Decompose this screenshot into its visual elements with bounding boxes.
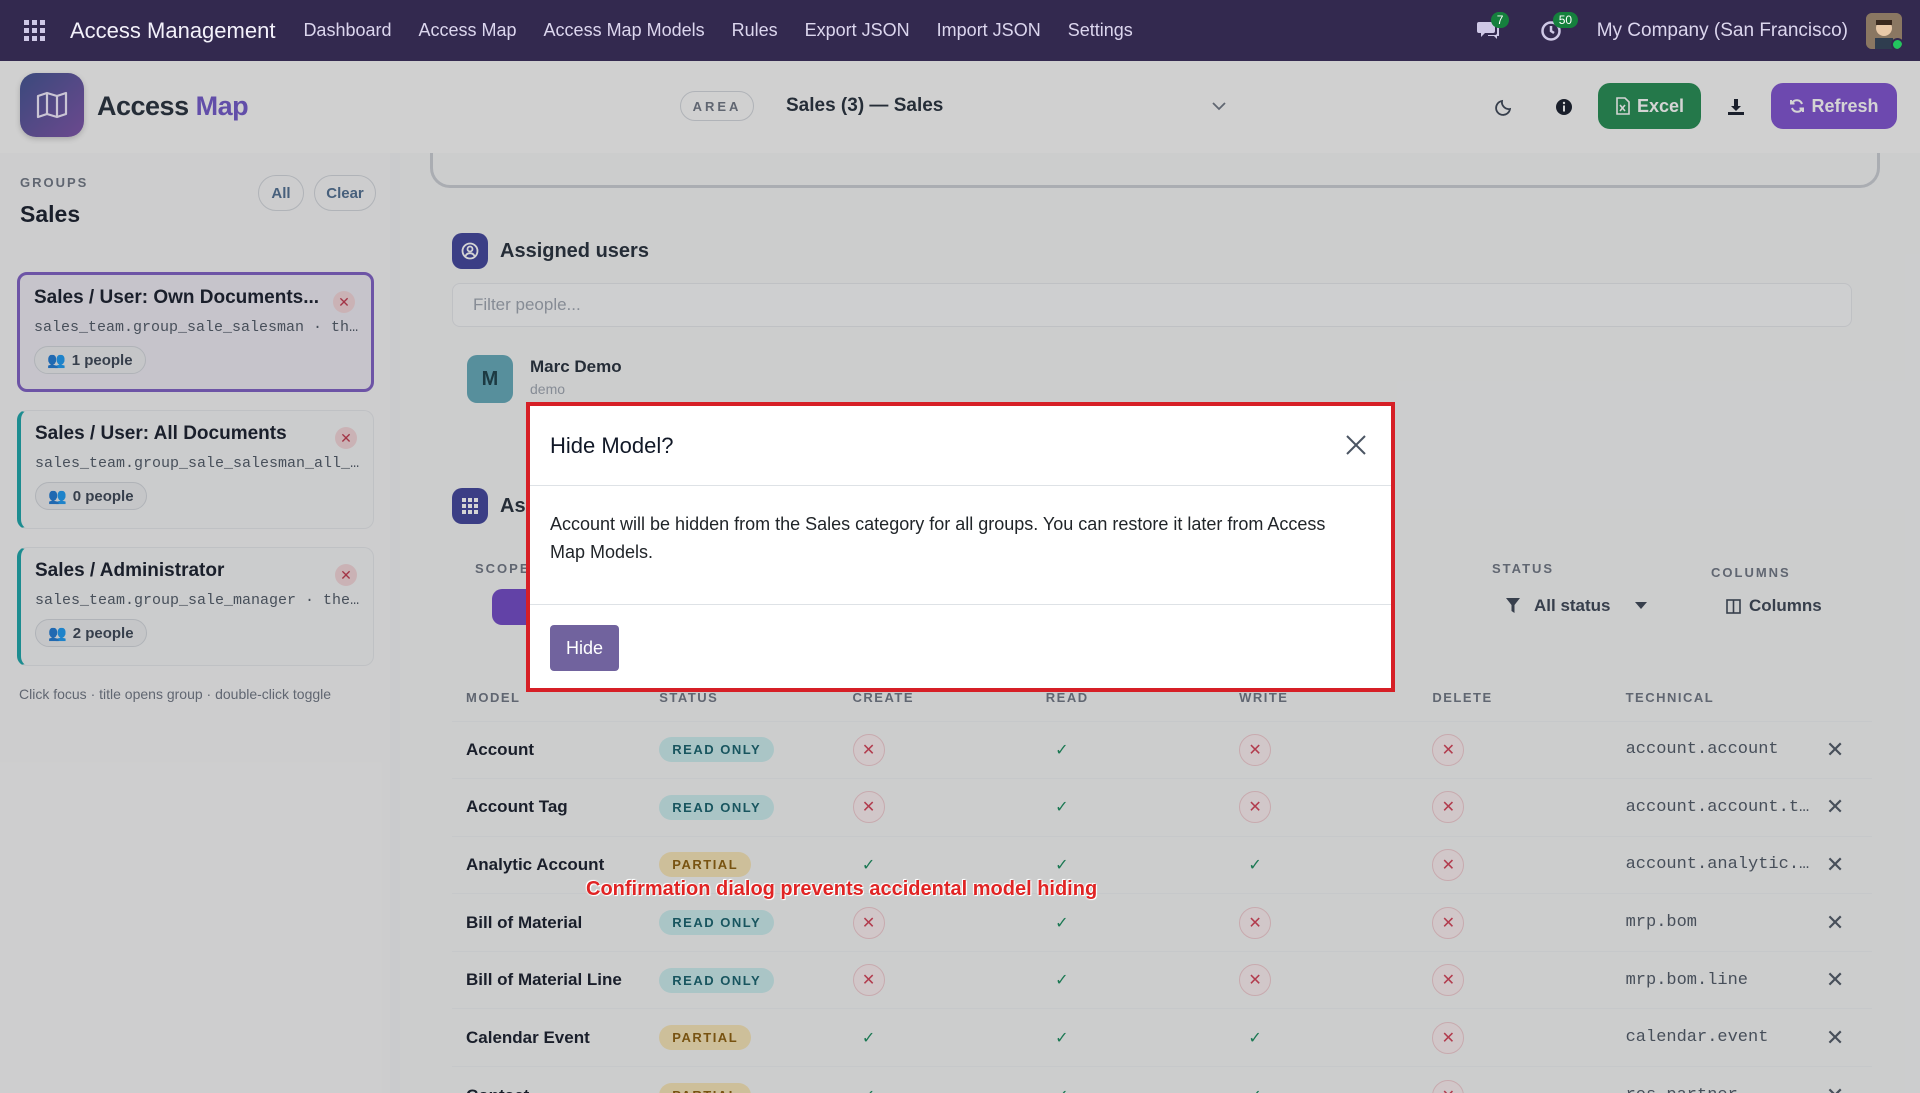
top-navbar: Access Management Dashboard Access Map A… — [0, 0, 1920, 61]
dialog-title: Hide Model? — [550, 433, 674, 458]
dialog-body-text: Account will be hidden from the Sales ca… — [550, 514, 1326, 562]
hide-model-dialog: Hide Model? Account will be hidden from … — [526, 402, 1395, 692]
menu-dashboard[interactable]: Dashboard — [303, 20, 391, 41]
close-icon[interactable] — [1341, 430, 1371, 460]
online-status-dot — [1891, 37, 1902, 49]
dialog-footer-divider — [530, 604, 1391, 605]
hide-button[interactable]: Hide — [550, 625, 619, 671]
dialog-header-divider — [530, 485, 1391, 486]
apps-grid-icon[interactable] — [0, 0, 70, 61]
menu-import-json[interactable]: Import JSON — [937, 20, 1041, 41]
menu-access-map[interactable]: Access Map — [419, 20, 517, 41]
app-brand[interactable]: Access Management — [70, 18, 275, 44]
messages-icon[interactable]: 7 — [1473, 11, 1510, 47]
menu-settings[interactable]: Settings — [1068, 20, 1133, 41]
activities-count-badge: 50 — [1552, 11, 1579, 28]
messages-count-badge: 7 — [1490, 11, 1510, 28]
user-avatar[interactable] — [1866, 12, 1902, 49]
annotation-caption: Confirmation dialog prevents accidental … — [586, 878, 1098, 900]
menu-export-json[interactable]: Export JSON — [805, 20, 910, 41]
activities-clock-icon[interactable]: 50 — [1535, 11, 1579, 47]
menu-rules[interactable]: Rules — [732, 20, 778, 41]
menu-access-map-models[interactable]: Access Map Models — [544, 20, 705, 41]
company-switcher[interactable]: My Company (San Francisco) — [1597, 20, 1848, 42]
